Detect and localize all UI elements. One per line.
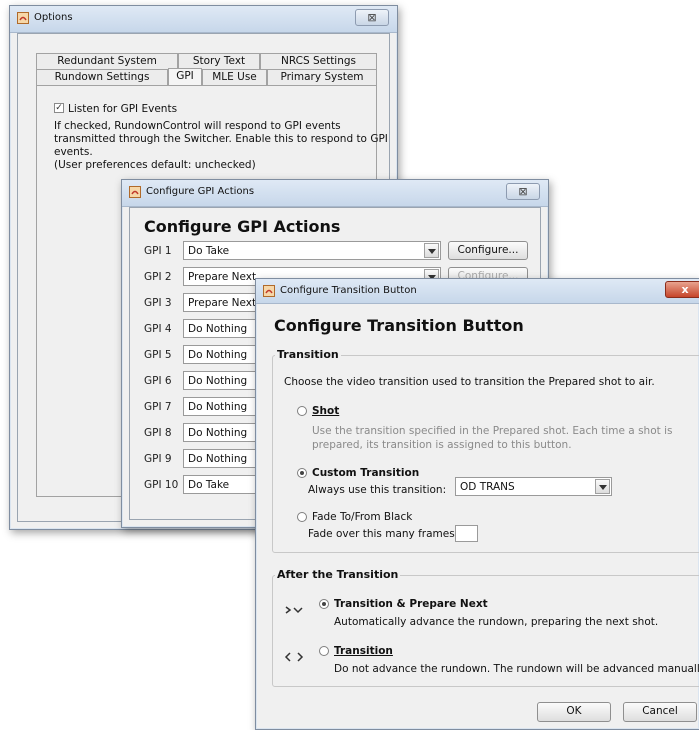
java-app-icon — [263, 285, 275, 297]
transition-only-radio[interactable] — [319, 646, 329, 656]
gpi-close-button[interactable]: ⊠ — [506, 183, 540, 200]
tab-nrcs-settings[interactable]: NRCS Settings — [260, 53, 377, 69]
configure-button-1[interactable]: Configure... — [448, 241, 528, 260]
transition-only-label: Transition — [334, 645, 393, 657]
gpi-row-label: GPI 2 — [144, 271, 172, 283]
options-title: Options — [34, 12, 73, 23]
transition-dialog: Configure Transition Button x Configure … — [255, 278, 699, 730]
transition-only-desc: Do not advance the rundown. The rundown … — [334, 663, 699, 675]
close-icon: ⊠ — [518, 185, 528, 198]
options-close-button[interactable]: ⊠ — [355, 9, 389, 26]
transition-close-button[interactable]: x — [665, 281, 699, 298]
fade-label: Fade To/From Black — [312, 511, 413, 523]
close-icon: x — [681, 283, 689, 296]
tab-redundant-system[interactable]: Redundant System — [36, 53, 178, 69]
gpi-row-label: GPI 6 — [144, 375, 172, 387]
gpi-action-select[interactable]: Do Take — [183, 241, 441, 260]
options-titlebar[interactable]: Options ⊠ — [10, 6, 397, 33]
desc-line-4: (User preferences default: unchecked) — [54, 159, 256, 171]
manual-rundown-icon — [284, 652, 304, 662]
chevron-down-icon[interactable] — [595, 479, 610, 494]
java-app-icon — [17, 12, 29, 24]
listen-gpi-checkbox[interactable]: ✓ — [54, 103, 64, 113]
gpi-row-label: GPI 10 — [144, 479, 179, 491]
transition-prepare-next-radio[interactable] — [319, 599, 329, 609]
desc-line-3: events. — [54, 146, 93, 158]
gpi-dialog-title: Configure GPI Actions — [146, 186, 255, 197]
gpi-row-label: GPI 4 — [144, 323, 172, 335]
desc-line-1: If checked, RundownControl will respond … — [54, 120, 341, 132]
gpi-row-label: GPI 1 — [144, 245, 172, 257]
custom-transition-label: Custom Transition — [312, 467, 420, 479]
tab-mle-use[interactable]: MLE Use — [202, 69, 267, 85]
transition-legend: Transition — [275, 348, 341, 361]
shot-radio[interactable] — [297, 406, 307, 416]
close-icon: ⊠ — [367, 11, 377, 24]
transition-prepare-next-label: Transition & Prepare Next — [334, 598, 488, 610]
custom-transition-select[interactable]: OD TRANS — [455, 477, 612, 496]
transition-titlebar[interactable]: Configure Transition Button x — [256, 279, 699, 304]
transition-intro: Choose the video transition used to tran… — [284, 376, 655, 388]
shot-desc-1: Use the transition specified in the Prep… — [312, 425, 673, 437]
after-legend: After the Transition — [275, 568, 401, 581]
gpi-row-label: GPI 8 — [144, 427, 172, 439]
advance-rundown-icon — [285, 606, 303, 614]
custom-transition-radio[interactable] — [297, 468, 307, 478]
cancel-button[interactable]: Cancel — [623, 702, 697, 722]
listen-gpi-label: Listen for GPI Events — [68, 103, 178, 115]
transition-dialog-title: Configure Transition Button — [280, 285, 417, 296]
shot-label: Shot — [312, 405, 340, 417]
gpi-row-label: GPI 7 — [144, 401, 172, 413]
fade-frames-label: Fade over this many frames: — [308, 528, 459, 540]
transition-prepare-next-desc: Automatically advance the rundown, prepa… — [334, 616, 659, 628]
fade-frames-input[interactable] — [455, 525, 478, 542]
tab-story-text[interactable]: Story Text — [178, 53, 260, 69]
ok-button[interactable]: OK — [537, 702, 611, 722]
gpi-heading: Configure GPI Actions — [144, 217, 341, 236]
gpi-row-label: GPI 5 — [144, 349, 172, 361]
gpi-titlebar[interactable]: Configure GPI Actions ⊠ — [122, 180, 548, 207]
shot-desc-2: prepared, its transition is assigned to … — [312, 439, 572, 451]
desc-line-2: transmitted through the Switcher. Enable… — [54, 133, 388, 145]
tab-gpi[interactable]: GPI — [168, 68, 202, 85]
gpi-row-label: GPI 3 — [144, 297, 172, 309]
always-use-label: Always use this transition: — [308, 484, 447, 496]
gpi-row-label: GPI 9 — [144, 453, 172, 465]
tab-rundown-settings[interactable]: Rundown Settings — [36, 69, 168, 85]
fade-radio[interactable] — [297, 512, 307, 522]
chevron-down-icon[interactable] — [424, 243, 439, 258]
java-app-icon — [129, 186, 141, 198]
transition-heading: Configure Transition Button — [274, 316, 524, 335]
tab-primary-system[interactable]: Primary System — [267, 69, 377, 85]
